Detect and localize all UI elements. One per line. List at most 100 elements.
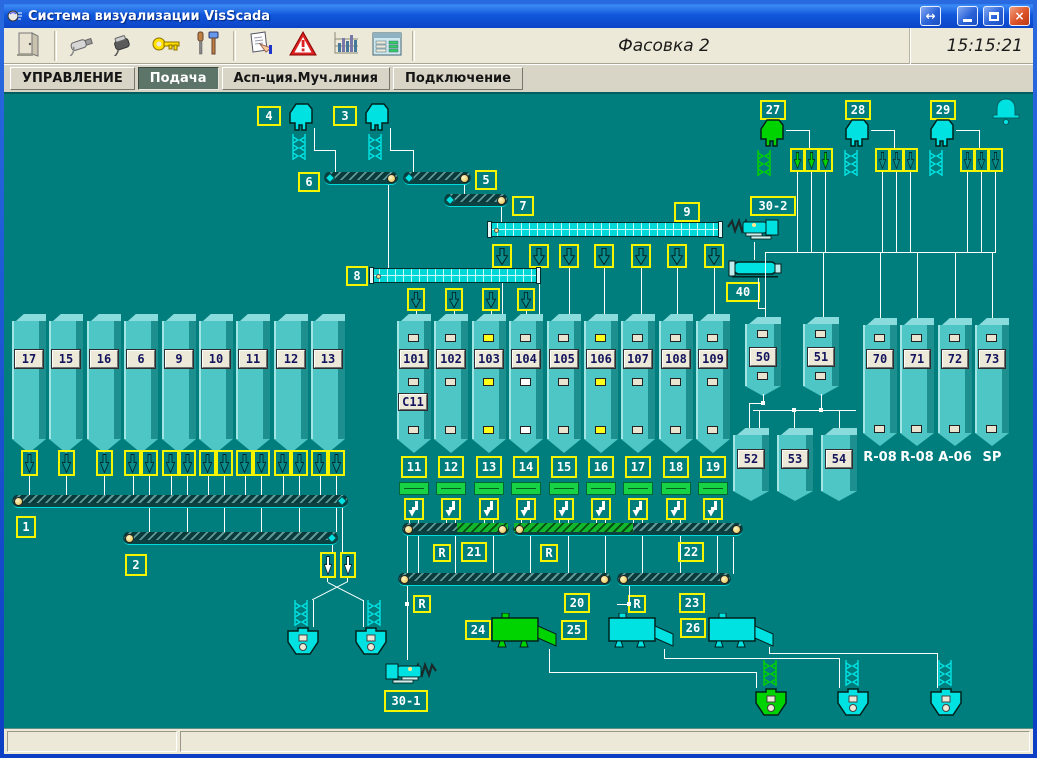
outlet-arrow[interactable] bbox=[790, 148, 805, 172]
diverter-valve-15[interactable] bbox=[554, 498, 574, 520]
storage-silo-16[interactable] bbox=[87, 321, 121, 439]
outlet-arrow[interactable] bbox=[875, 148, 890, 172]
outlet-arrow[interactable] bbox=[96, 450, 113, 476]
rotary-blower-40[interactable] bbox=[728, 260, 782, 278]
conveyor-1[interactable] bbox=[12, 495, 348, 508]
restore-button[interactable]: ↔ bbox=[920, 6, 941, 26]
reports-button[interactable] bbox=[366, 30, 408, 62]
close-button[interactable]: × bbox=[1009, 6, 1030, 26]
outlet-arrow[interactable] bbox=[889, 148, 904, 172]
outlet-arrow[interactable] bbox=[704, 244, 724, 268]
outlet-arrow[interactable] bbox=[529, 244, 549, 268]
cyclone-4[interactable] bbox=[287, 102, 315, 132]
storage-silo-6[interactable] bbox=[124, 321, 158, 439]
outlet-arrow[interactable] bbox=[199, 450, 216, 476]
outlet-arrow[interactable] bbox=[974, 148, 989, 172]
diverter-valve-19[interactable] bbox=[703, 498, 723, 520]
outlet-arrow[interactable] bbox=[328, 450, 345, 476]
storage-silo-10[interactable] bbox=[199, 321, 233, 439]
tag-4[interactable]: 4 bbox=[257, 106, 281, 126]
tag-15[interactable]: 15 bbox=[551, 456, 577, 478]
tag-5[interactable]: 5 bbox=[475, 170, 497, 190]
tag-19[interactable]: 19 bbox=[700, 456, 726, 478]
cyclone-28[interactable] bbox=[843, 118, 871, 148]
exit-button[interactable] bbox=[8, 30, 50, 62]
outlet-arrow[interactable] bbox=[311, 450, 328, 476]
outlet-arrow[interactable] bbox=[320, 552, 336, 578]
journal-button[interactable] bbox=[240, 30, 282, 62]
diverter-valve-11[interactable] bbox=[404, 498, 424, 520]
conveyor-23[interactable] bbox=[617, 573, 731, 586]
weigh-hopper-2[interactable] bbox=[355, 627, 387, 655]
access-button[interactable] bbox=[145, 30, 187, 62]
screw-conveyor-8[interactable] bbox=[369, 267, 541, 284]
storage-silo-9[interactable] bbox=[162, 321, 196, 439]
tag-17[interactable]: 17 bbox=[625, 456, 651, 478]
tag-1[interactable]: 1 bbox=[16, 516, 36, 538]
conveyor-5[interactable] bbox=[403, 172, 471, 185]
tag-R[interactable]: R bbox=[540, 544, 558, 562]
outlet-arrow[interactable] bbox=[407, 288, 425, 311]
tag-12[interactable]: 12 bbox=[438, 456, 464, 478]
packer-25[interactable] bbox=[608, 612, 676, 651]
conveyor-2[interactable] bbox=[123, 532, 338, 545]
outlet-arrow[interactable] bbox=[667, 244, 687, 268]
packer-24[interactable] bbox=[491, 612, 559, 651]
alarms-button[interactable] bbox=[282, 30, 324, 62]
outlet-arrow[interactable] bbox=[253, 450, 270, 476]
tag-23[interactable]: 23 bbox=[679, 593, 705, 613]
tag-9[interactable]: 9 bbox=[674, 202, 700, 222]
diverter-valve-16[interactable] bbox=[591, 498, 611, 520]
outlet-arrow[interactable] bbox=[517, 288, 535, 311]
tag-24[interactable]: 24 bbox=[465, 620, 491, 640]
outlet-arrow[interactable] bbox=[124, 450, 141, 476]
tag-7[interactable]: 7 bbox=[512, 196, 534, 216]
tag-21[interactable]: 21 bbox=[461, 542, 487, 562]
tag-26[interactable]: 26 bbox=[680, 618, 706, 638]
tab-podkluchenie[interactable]: Подключение bbox=[393, 67, 523, 90]
cyclone-29[interactable] bbox=[928, 118, 956, 148]
tag-29[interactable]: 29 bbox=[930, 100, 956, 120]
trends-button[interactable] bbox=[324, 30, 366, 62]
cyclone-3[interactable] bbox=[363, 102, 391, 132]
tag-13[interactable]: 13 bbox=[476, 456, 502, 478]
tag-25[interactable]: 25 bbox=[561, 620, 587, 640]
tag-11[interactable]: 11 bbox=[401, 456, 427, 478]
weigh-hopper-1[interactable] bbox=[287, 627, 319, 655]
tag-2[interactable]: 2 bbox=[125, 554, 147, 576]
conveyor-22[interactable] bbox=[513, 523, 743, 536]
maximize-button[interactable] bbox=[983, 6, 1004, 26]
tag-27[interactable]: 27 bbox=[760, 100, 786, 120]
outlet-arrow[interactable] bbox=[960, 148, 975, 172]
tab-aspiration-line[interactable]: Асп-ция.Муч.линия bbox=[221, 67, 391, 90]
diverter-valve-18[interactable] bbox=[666, 498, 686, 520]
outlet-arrow[interactable] bbox=[988, 148, 1003, 172]
outfeed-hopper-2[interactable] bbox=[837, 688, 869, 716]
diverter-valve-12[interactable] bbox=[441, 498, 461, 520]
outlet-arrow[interactable] bbox=[236, 450, 253, 476]
outlet-arrow[interactable] bbox=[162, 450, 179, 476]
storage-silo-11[interactable] bbox=[236, 321, 270, 439]
conveyor-7[interactable] bbox=[444, 194, 508, 207]
cyclone-27[interactable] bbox=[758, 118, 786, 148]
packer-26[interactable] bbox=[708, 612, 776, 651]
screw-feeder-30-1[interactable] bbox=[382, 660, 438, 686]
outlet-arrow[interactable] bbox=[274, 450, 291, 476]
diverter-valve-13[interactable] bbox=[479, 498, 499, 520]
alarm-bell-icon[interactable] bbox=[992, 98, 1020, 126]
storage-silo-15[interactable] bbox=[49, 321, 83, 439]
conveyor-6[interactable] bbox=[324, 172, 398, 185]
outlet-arrow[interactable] bbox=[903, 148, 918, 172]
outlet-arrow[interactable] bbox=[594, 244, 614, 268]
screw-feeder-30-2[interactable] bbox=[726, 216, 782, 242]
conveyor-21[interactable] bbox=[402, 523, 509, 536]
tag-22[interactable]: 22 bbox=[678, 542, 704, 562]
outlet-arrow[interactable] bbox=[631, 244, 651, 268]
title-bar[interactable]: Система визуализации VisScada ↔ × bbox=[4, 4, 1033, 28]
tab-upravlenie[interactable]: УПРАВЛЕНИЕ bbox=[10, 67, 135, 90]
outlet-arrow[interactable] bbox=[804, 148, 819, 172]
tag-30-2[interactable]: 30-2 bbox=[750, 196, 796, 216]
outlet-arrow[interactable] bbox=[21, 450, 38, 476]
diverter-valve-17[interactable] bbox=[628, 498, 648, 520]
outlet-arrow[interactable] bbox=[179, 450, 196, 476]
